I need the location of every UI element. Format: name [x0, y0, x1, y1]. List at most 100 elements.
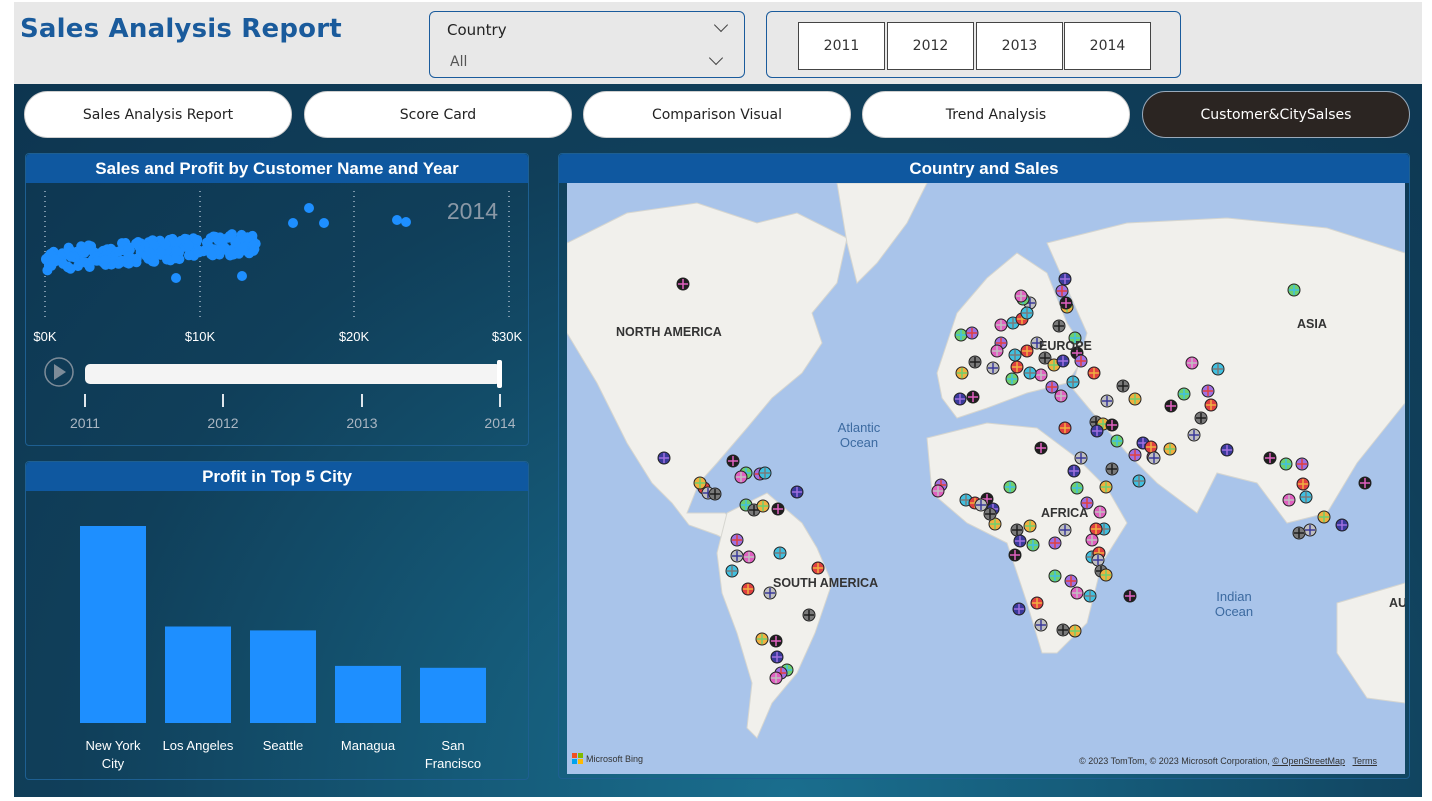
microsoft-logo-icon — [572, 753, 583, 764]
x-tick-label: $0K — [33, 329, 56, 344]
timeline-year-label: 2014 — [484, 415, 515, 431]
scatter-point[interactable] — [242, 232, 253, 243]
bing-logo: Microsoft Bing — [572, 753, 643, 764]
scatter-point[interactable] — [160, 239, 171, 250]
nav-customer-city-sales[interactable]: Customer&CitySalses — [1142, 91, 1410, 138]
scatter-point[interactable] — [288, 218, 298, 228]
bar-category-label: Francisco — [425, 756, 481, 771]
country-slicer[interactable]: Country All — [429, 11, 745, 78]
scatter-point[interactable] — [392, 215, 402, 225]
map-label-asia: ASIA — [1297, 317, 1327, 331]
scatter-point[interactable] — [183, 240, 194, 251]
land-greenland — [836, 183, 928, 284]
timeline-year-label: 2011 — [70, 415, 100, 431]
year-slicer: 2011 2012 2013 2014 — [766, 11, 1181, 78]
scatter-point[interactable] — [171, 246, 182, 257]
bar-los-angeles[interactable] — [165, 626, 231, 724]
scatter-point[interactable] — [100, 254, 111, 265]
scatter-point[interactable] — [76, 241, 87, 252]
nav-comparison-visual[interactable]: Comparison Visual — [583, 91, 851, 138]
scatter-point[interactable] — [210, 231, 221, 242]
timeline-slider-track[interactable] — [85, 364, 501, 384]
bar-category-label: Seattle — [263, 738, 303, 753]
map-attribution: © 2023 TomTom, © 2023 Microsoft Corporat… — [1079, 756, 1377, 766]
scatter-point[interactable] — [225, 230, 235, 241]
scatter-point[interactable] — [42, 265, 53, 276]
bar-new-york-city[interactable] — [80, 526, 146, 723]
year-button-2013[interactable]: 2013 — [976, 22, 1063, 70]
bar-chart[interactable]: New York City Los Angeles Seattle Managua San… — [26, 491, 528, 780]
map-title: Country and Sales — [559, 154, 1409, 183]
scatter-point[interactable] — [304, 203, 314, 213]
scatter-title: Sales and Profit by Customer Name and Ye… — [26, 154, 528, 183]
scatter-point[interactable] — [201, 237, 212, 248]
map-label-australia: AU — [1389, 596, 1405, 610]
timeline-year-label: 2013 — [346, 415, 377, 431]
bar-category-label: San — [441, 738, 464, 753]
bar-category-label: New York — [86, 738, 141, 753]
year-button-2012[interactable]: 2012 — [887, 22, 974, 70]
bar-category-label: Los Angeles — [163, 738, 234, 753]
x-tick-label: $10K — [185, 329, 216, 344]
timeline-slider-handle[interactable] — [497, 360, 502, 388]
map-label-atlantic-ocean: Atlantic Ocean — [837, 420, 881, 450]
bar-chart-title: Profit in Top 5 City — [26, 462, 528, 491]
map-label-indian-ocean: Indian Ocean — [1214, 589, 1254, 619]
country-slicer-value[interactable]: All — [450, 54, 467, 70]
terms-link[interactable]: Terms — [1353, 756, 1378, 766]
report-canvas: Sales Analysis Report Score Card Compari… — [14, 84, 1422, 797]
scatter-point[interactable] — [206, 249, 217, 260]
bing-logo-text: Microsoft Bing — [586, 753, 644, 764]
scatter-point[interactable] — [141, 251, 152, 261]
nav-score-card[interactable]: Score Card — [304, 91, 572, 138]
bar-seattle[interactable] — [250, 630, 316, 723]
scatter-points — [41, 203, 411, 283]
nav-trend-analysis[interactable]: Trend Analysis — [862, 91, 1130, 138]
scatter-chart[interactable]: 2014 $0K $10K $20K $30K 2011 2012 2013 2… — [26, 183, 528, 446]
map-label-north-america: NORTH AMERICA — [616, 325, 722, 339]
x-tick-label: $20K — [339, 329, 370, 344]
chevron-down-icon[interactable] — [713, 17, 729, 33]
bar-category-label: Managua — [341, 738, 396, 753]
x-tick-label: $30K — [492, 329, 523, 344]
scatter-point[interactable] — [249, 244, 260, 255]
play-icon — [54, 364, 66, 380]
map-label-europe: EUROPE — [1039, 339, 1092, 353]
nav-sales-analysis-report[interactable]: Sales Analysis Report — [24, 91, 292, 138]
scatter-panel: Sales and Profit by Customer Name and Ye… — [25, 153, 529, 446]
map-panel: Country and Sales NORTH AMERICA EUROPE A… — [558, 153, 1410, 779]
timeline-year-label: 2012 — [207, 415, 238, 431]
land-asia — [1046, 217, 1405, 524]
openstreetmap-link[interactable]: © OpenStreetMap — [1272, 756, 1345, 766]
year-button-2011[interactable]: 2011 — [798, 22, 885, 70]
year-button-2014[interactable]: 2014 — [1064, 22, 1151, 70]
landmasses — [567, 183, 1405, 739]
map-canvas — [567, 183, 1405, 739]
map-label-south-america: SOUTH AMERICA — [773, 576, 879, 590]
scatter-point[interactable] — [171, 273, 181, 283]
bar-category-label: City — [102, 756, 125, 771]
report-window: Sales Analysis Report Country All 2011 2… — [14, 2, 1422, 797]
scatter-point[interactable] — [84, 257, 95, 268]
attribution-text: © 2023 TomTom, © 2023 Microsoft Corporat… — [1079, 756, 1270, 766]
chevron-down-icon[interactable] — [708, 50, 724, 66]
scatter-point[interactable] — [192, 235, 203, 245]
world-map[interactable]: NORTH AMERICA EUROPE ASIA AFRICA SOUTH A… — [567, 183, 1405, 774]
scatter-point[interactable] — [193, 246, 204, 257]
scatter-point[interactable] — [237, 271, 247, 281]
bar-san-francisco[interactable] — [420, 667, 486, 723]
scatter-point[interactable] — [401, 217, 411, 227]
play-axis-year: 2014 — [447, 198, 498, 224]
scatter-point[interactable] — [123, 251, 134, 261]
report-title: Sales Analysis Report — [20, 14, 342, 44]
country-slicer-label: Country — [447, 21, 507, 39]
map-label-africa: AFRICA — [1041, 506, 1089, 520]
header: Sales Analysis Report Country All 2011 2… — [14, 2, 1422, 84]
bar-panel: Profit in Top 5 City New York City Los Ang… — [25, 461, 529, 780]
bar-managua[interactable] — [335, 665, 401, 723]
scatter-point[interactable] — [114, 246, 125, 257]
scatter-point[interactable] — [162, 254, 172, 265]
scatter-point[interactable] — [66, 251, 76, 262]
scatter-point[interactable] — [131, 238, 141, 249]
scatter-point[interactable] — [319, 218, 329, 228]
